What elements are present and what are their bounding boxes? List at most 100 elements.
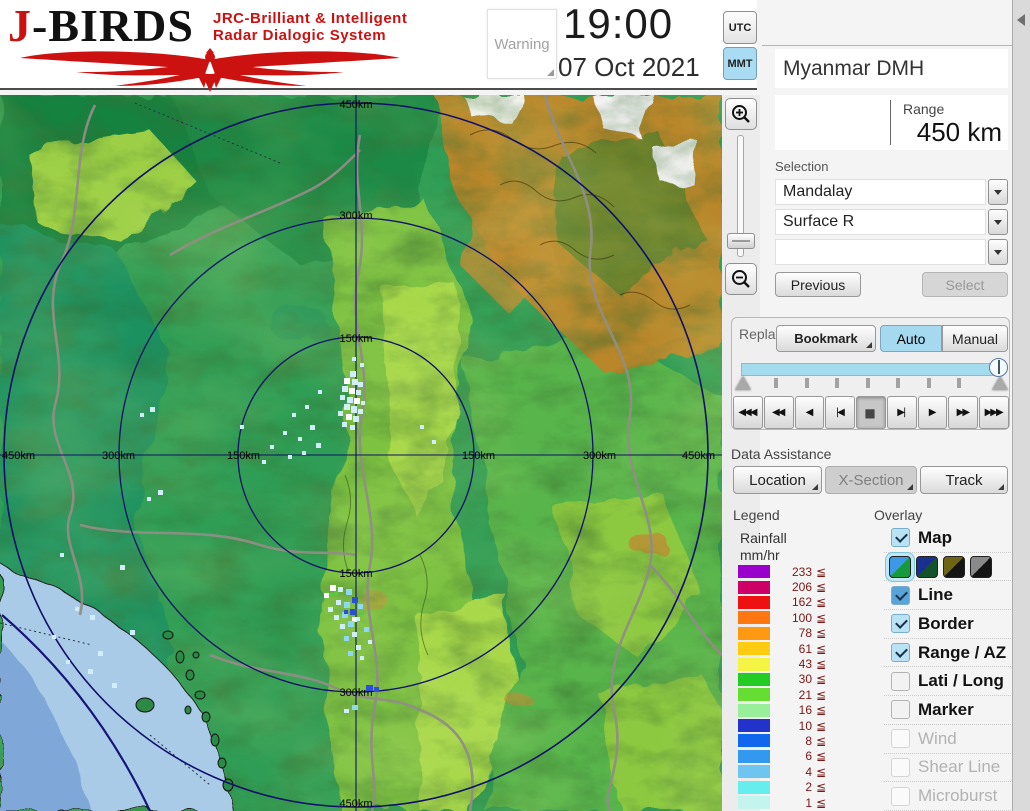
bookmark-button[interactable]: Bookmark [776,325,876,352]
legend-leq-symbol: ≦ [815,733,826,748]
overlay-item-label: Border [918,613,974,633]
zoom-in-button[interactable] [725,98,757,130]
zoom-slider-handle[interactable] [727,233,755,249]
panel-collapse-strip[interactable] [1012,0,1030,811]
legend-row: 2 ≦ [738,779,848,794]
step-forward-button[interactable]: ▶| [886,396,917,429]
legend-row: 30 ≦ [738,672,848,687]
step-back-button[interactable]: |◀ [825,396,856,429]
site-dropdown[interactable]: Mandalay [775,179,986,205]
overlay-item-label: Map [918,527,952,547]
legend-value: 162 [791,595,812,610]
legend-swatch [738,734,770,748]
overlay-label: Overlay [874,507,923,523]
overlay-item-marker: Marker [884,696,1011,725]
x-section-button[interactable]: X-Section [825,466,917,494]
station-name: Myanmar DMH [775,49,1008,88]
legend-swatch [738,703,770,717]
legend-value: 78 [798,626,812,641]
overlay-item-label: Marker [918,699,974,719]
radar-map[interactable]: 450km 300km 150km 150km 300km 450km 450k… [0,94,723,811]
step-forward-icon: ▶| [897,407,906,418]
replay-slider-handle[interactable] [989,358,1008,377]
legend-value: 10 [798,718,812,733]
map-style-3-button[interactable] [943,555,965,578]
legend-swatch [738,719,770,733]
eagle-icon [20,48,400,92]
shear-line-checkbox [891,757,910,777]
legend-leq-symbol: ≦ [815,795,826,810]
map-style-4-button[interactable] [970,555,992,578]
legend-row: 21 ≦ [738,687,848,702]
legend-swatch [738,672,770,686]
option-dropdown[interactable] [775,239,986,265]
map-checkbox[interactable] [891,528,910,548]
auto-button[interactable]: Auto [880,325,942,352]
slider-tick [926,378,931,388]
step-back-icon: |◀ [835,407,845,418]
product-dropdown-arrow-icon[interactable] [988,209,1008,235]
ring-label: 300km [102,450,135,462]
overlay-item-label: Line [918,585,953,605]
legend-leq-symbol: ≦ [815,610,826,625]
wind-checkbox [891,729,910,749]
legend-row: 1 ≦ [738,795,848,810]
manual-button[interactable]: Manual [942,325,1008,352]
legend-value: 61 [798,641,812,656]
site-dropdown-arrow-icon[interactable] [988,179,1008,205]
previous-button[interactable]: Previous [775,272,861,297]
legend-value: 233 [791,564,812,579]
rewind-fast-button[interactable]: ◀◀◀ [733,396,763,429]
ring-label: 150km [339,568,372,580]
stop-button[interactable]: ■ [856,396,886,429]
legend-leq-symbol: ≦ [815,564,826,579]
ring-label: 450km [339,798,372,810]
overlay-item-label: Microburst [918,786,998,806]
warning-button[interactable]: Warning [487,9,557,79]
forward-fast-button[interactable]: ▶▶▶ [979,396,1010,429]
track-button[interactable]: Track [920,466,1008,494]
rewind-fast-icon: ◀◀◀ [738,407,757,418]
map-style-2-button[interactable] [916,555,938,578]
overlay-item-microburst: Microburst [884,782,1011,811]
range-value: 450 km [916,117,1002,147]
slider-tick [774,378,778,388]
utc-button[interactable]: UTC [723,11,757,44]
marker-checkbox[interactable] [891,700,910,720]
play-reverse-button[interactable]: ◀ [794,396,825,429]
legend-swatch [738,688,770,702]
replay-slider-track[interactable] [741,363,1001,376]
legend-leq-symbol: ≦ [815,672,826,687]
range-az-checkbox[interactable] [891,643,910,663]
border-checkbox[interactable] [891,614,910,634]
legend-leq-symbol: ≦ [815,641,826,656]
slider-start-marker [735,376,751,390]
overlay-item-label: Shear Line [918,757,1001,777]
location-button[interactable]: Location [733,466,822,494]
overlay-item-line: Line [884,581,1011,611]
mmt-button[interactable]: MMT [723,47,757,80]
legend-value: 100 [791,610,812,625]
rewind-button[interactable]: ◀◀ [763,396,794,429]
legend-value: 1 [805,795,812,810]
legend-leq-symbol: ≦ [815,687,826,702]
legend-row: 162 ≦ [738,595,848,610]
legend-row: 8 ≦ [738,733,848,748]
forward-button[interactable]: ▶▶ [948,396,979,429]
play-button[interactable]: ▶ [917,396,948,429]
data-assistance-label: Data Assistance [731,446,832,462]
ring-label: 150km [227,450,260,462]
line-checkbox[interactable] [891,585,910,605]
radar-map-area[interactable]: 450km 300km 150km 150km 300km 450km 450k… [0,94,723,811]
lati-long-checkbox[interactable] [891,671,910,691]
overlay-item-wind: Wind [884,725,1011,754]
option-dropdown-arrow-icon[interactable] [988,239,1008,265]
zoom-out-button[interactable] [725,263,757,295]
ring-label: 450km [682,450,715,462]
product-dropdown[interactable]: Surface R [775,209,986,235]
selection-label: Selection [775,159,829,174]
play-icon: ▶ [928,407,937,418]
map-style-1-button[interactable] [889,555,911,578]
legend-value: 16 [798,703,812,718]
slider-end-marker [992,376,1008,390]
